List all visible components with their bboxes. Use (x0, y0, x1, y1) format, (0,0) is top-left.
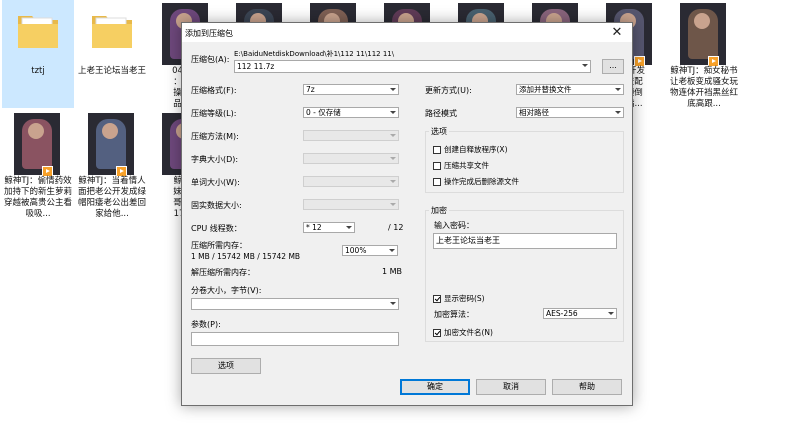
method-label: 压缩方法(M): (191, 132, 239, 141)
encrypt-filenames-label: 加密文件名(N) (444, 328, 493, 337)
archive-path: E:\BaiduNetdiskDownload\补1\112 11\112 11… (234, 50, 395, 58)
close-icon[interactable]: ✕ (606, 24, 628, 41)
archive-name-value: 112 11.7z (237, 62, 275, 71)
password-input[interactable]: 上老王论坛当老王 (433, 233, 617, 249)
title-bar: 添加到压缩包 ✕ (182, 23, 632, 42)
encryption-group: 加密 输入密码： 上老王论坛当老王 显示密码(S) 加密算法： AES-256 … (425, 205, 624, 342)
dict-combo[interactable] (303, 153, 399, 164)
add-to-archive-dialog: 添加到压缩包 ✕ 压缩包(A): E:\BaiduNetdiskDownload… (181, 22, 633, 406)
mem-decomp-label: 解压缩所需内存： (191, 268, 255, 277)
split-combo[interactable] (191, 298, 399, 310)
archive-name-combo[interactable]: 112 11.7z (234, 60, 591, 73)
chevron-down-icon (389, 249, 395, 252)
video-thumbnail (88, 113, 134, 175)
format-value: 7z (306, 85, 315, 94)
delete-source-checkbox[interactable]: 操作完成后删除源文件 (433, 176, 519, 187)
file-name: tztj (31, 66, 45, 76)
path-mode-value: 相对路径 (519, 108, 549, 117)
cpu-value: * 12 (306, 223, 322, 232)
folder-item[interactable]: 上老王论坛当老王 (76, 0, 148, 108)
update-combo[interactable]: 添加并替换文件 (516, 84, 624, 95)
chevron-down-icon (390, 157, 396, 160)
ok-button[interactable]: 确定 (400, 379, 470, 395)
folder-icon (18, 16, 58, 48)
show-password-checkbox[interactable]: 显示密码(S) (433, 293, 485, 304)
mem-comp-value: 1 MB / 15742 MB / 15742 MB (191, 252, 301, 261)
enc-method-combo[interactable]: AES-256 (543, 308, 617, 319)
update-label: 更新方式(U): (425, 86, 472, 95)
chevron-down-icon (390, 302, 396, 305)
chevron-down-icon (615, 88, 621, 91)
mem-percent-value: 100% (345, 246, 367, 255)
checkbox-icon (433, 145, 441, 154)
options-group: 选项 创建自释放程序(X) 压缩共享文件 操作完成后删除源文件 (425, 126, 624, 193)
mem-decomp-value: 1 MB (382, 267, 403, 276)
checkmark-icon (433, 294, 441, 303)
method-combo[interactable] (303, 130, 399, 141)
delete-source-label: 操作完成后删除源文件 (444, 177, 519, 186)
word-combo[interactable] (303, 176, 399, 187)
password-label: 输入密码： (434, 221, 474, 230)
level-value: 0 - 仅存储 (306, 108, 341, 117)
options-group-label: 选项 (429, 126, 449, 137)
cpu-max: / 12 (388, 223, 404, 232)
path-mode-combo[interactable]: 相对路径 (516, 107, 624, 118)
encryption-group-label: 加密 (429, 205, 449, 216)
solid-label: 固实数据大小: (191, 201, 242, 210)
mem-comp-label: 压缩所需内存： (191, 241, 247, 250)
help-button[interactable]: 帮助 (552, 379, 622, 395)
chevron-down-icon (390, 180, 396, 183)
params-label: 参数(P): (191, 320, 221, 329)
shared-label: 压缩共享文件 (444, 161, 489, 170)
video-thumbnail (14, 113, 60, 175)
video-thumbnail (680, 3, 726, 65)
chevron-down-icon (582, 64, 588, 67)
sfx-checkbox[interactable]: 创建自释放程序(X) (433, 144, 508, 155)
file-name: 鲸神TJ：偷情药效加持下的新生萝莉穿越被高贵公主看吸吸... (4, 176, 73, 219)
chevron-down-icon (615, 111, 621, 114)
chevron-down-icon (346, 226, 352, 229)
level-combo[interactable]: 0 - 仅存储 (303, 107, 399, 118)
chevron-down-icon (390, 134, 396, 137)
video-file-item[interactable]: 鲸神TJ：痴女秘书让老板变成骚女玩物连体开裆黑丝红底高跟... (668, 0, 740, 109)
cpu-label: CPU 线程数： (191, 224, 242, 233)
level-label: 压缩等级(L): (191, 109, 237, 118)
word-label: 单词大小(W): (191, 178, 240, 187)
cancel-button[interactable]: 取消 (476, 379, 546, 395)
format-label: 压缩格式(F): (191, 86, 237, 95)
folder-item[interactable]: tztj (2, 0, 74, 108)
enc-method-label: 加密算法： (434, 310, 474, 319)
params-input[interactable] (191, 332, 399, 346)
archive-label: 压缩包(A): (191, 55, 230, 64)
solid-combo[interactable] (303, 199, 399, 210)
chevron-down-icon (608, 312, 614, 315)
split-label: 分卷大小，字节(V): (191, 286, 262, 295)
options-button[interactable]: 选项 (191, 358, 261, 374)
update-value: 添加并替换文件 (519, 85, 572, 94)
sfx-label: 创建自释放程序(X) (444, 145, 508, 154)
checkmark-icon (433, 328, 441, 337)
checkbox-icon (433, 177, 441, 186)
shared-checkbox[interactable]: 压缩共享文件 (433, 160, 489, 171)
checkbox-icon (433, 161, 441, 170)
encrypt-filenames-checkbox[interactable]: 加密文件名(N) (433, 327, 493, 338)
show-password-label: 显示密码(S) (444, 294, 485, 303)
format-combo[interactable]: 7z (303, 84, 399, 95)
file-name: 鲸神TJ：当着情人面把老公开发成绿帽阳痿老公出差回家给他... (78, 176, 147, 219)
folder-icon (92, 16, 132, 48)
chevron-down-icon (390, 203, 396, 206)
chevron-down-icon (390, 111, 396, 114)
dialog-title: 添加到压缩包 (185, 29, 233, 38)
dict-label: 字典大小(D): (191, 155, 239, 164)
enc-method-value: AES-256 (546, 309, 578, 318)
browse-button[interactable]: ... (602, 59, 624, 74)
cpu-combo[interactable]: * 12 (303, 222, 355, 233)
file-name: 上老王论坛当老王 (78, 66, 147, 76)
file-name: 鲸神TJ：痴女秘书让老板变成骚女玩物连体开裆黑丝红底高跟... (670, 66, 739, 109)
mem-percent-combo[interactable]: 100% (342, 245, 398, 256)
chevron-down-icon (390, 88, 396, 91)
video-file-item[interactable]: 鲸神TJ：偷情药效加持下的新生萝莉穿越被高贵公主看吸吸... (2, 110, 74, 219)
path-mode-label: 路径模式 (425, 109, 457, 118)
video-file-item[interactable]: 鲸神TJ：当着情人面把老公开发成绿帽阳痿老公出差回家给他... (76, 110, 148, 219)
